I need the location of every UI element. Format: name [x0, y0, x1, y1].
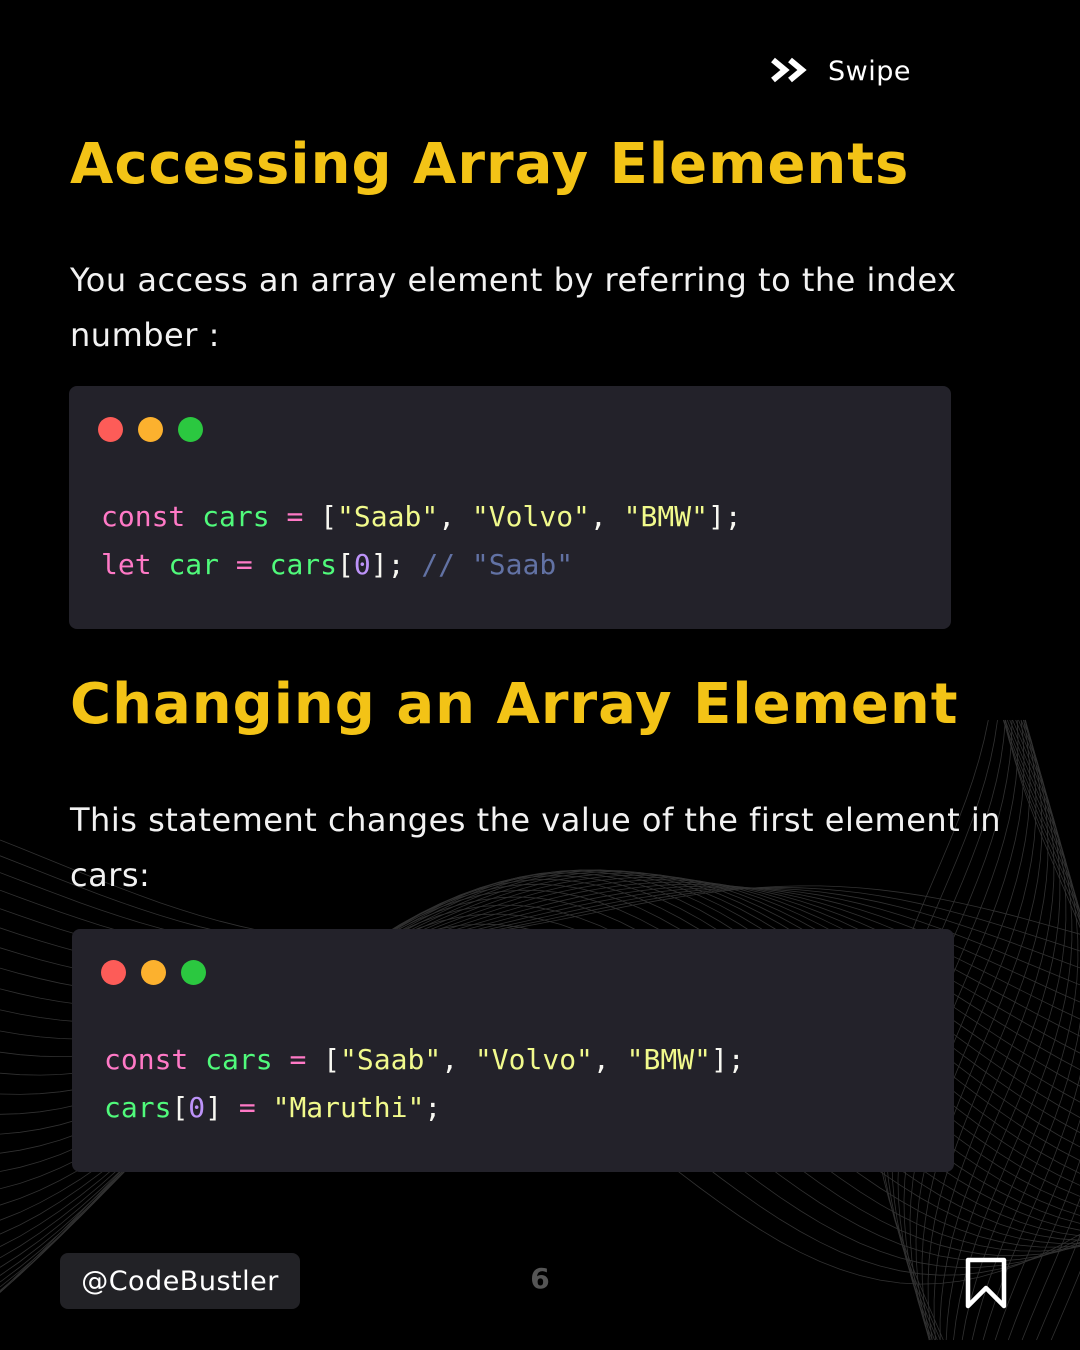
swipe-label: Swipe	[828, 56, 911, 87]
section-description-changing: This statement changes the value of the …	[70, 801, 1002, 894]
minimize-dot-icon	[141, 960, 166, 985]
window-controls	[101, 960, 206, 985]
maximize-dot-icon	[181, 960, 206, 985]
code-window-changing: const cars = ["Saab", "Volvo", "BMW"]; ca…	[72, 929, 954, 1172]
code-line: const cars = ["Saab", "Volvo", "BMW"];	[104, 1043, 745, 1076]
code-line: cars[0] = "Maruthi";	[104, 1091, 442, 1124]
close-dot-icon	[98, 417, 123, 442]
close-dot-icon	[101, 960, 126, 985]
code-line: const cars = ["Saab", "Volvo", "BMW"];	[101, 500, 742, 533]
bookmark-icon[interactable]	[962, 1256, 1010, 1316]
author-handle[interactable]: @CodeBustler	[60, 1253, 300, 1309]
code-block: const cars = ["Saab", "Volvo", "BMW"]; ca…	[104, 1036, 745, 1132]
code-window-accessing: const cars = ["Saab", "Volvo", "BMW"]; le…	[69, 386, 951, 629]
section-heading-accessing: Accessing Array Elements	[70, 132, 910, 197]
page-number: 6	[530, 1262, 550, 1295]
code-line: let car = cars[0]; // "Saab"	[101, 548, 574, 581]
minimize-dot-icon	[138, 417, 163, 442]
swipe-indicator[interactable]: Swipe	[770, 56, 911, 87]
section-heading-changing: Changing an Array Element	[70, 672, 959, 737]
window-controls	[98, 417, 203, 442]
maximize-dot-icon	[178, 417, 203, 442]
section-description-accessing: You access an array element by referring…	[70, 261, 957, 354]
code-block: const cars = ["Saab", "Volvo", "BMW"]; le…	[101, 493, 742, 589]
double-chevron-right-icon	[770, 57, 814, 87]
